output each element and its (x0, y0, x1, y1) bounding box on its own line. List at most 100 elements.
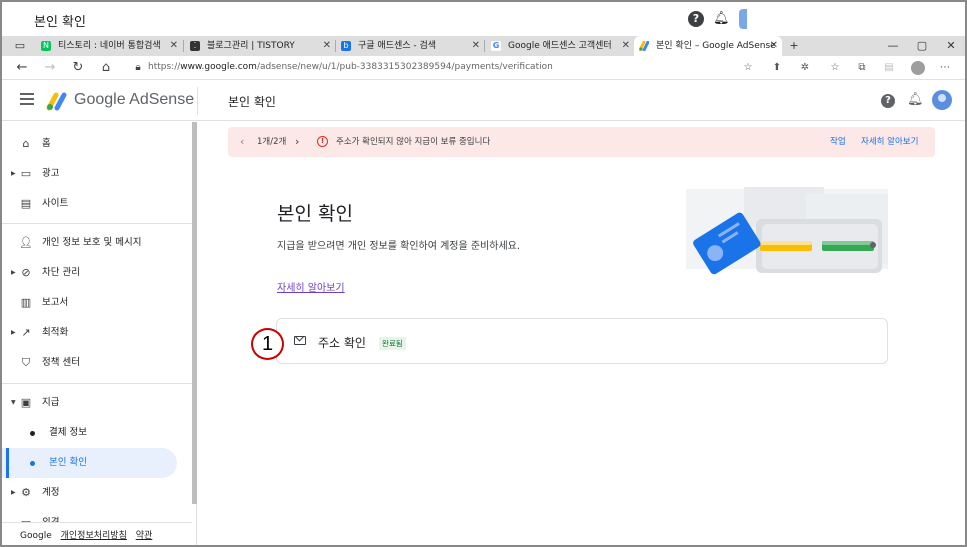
page-title-bar: 본인 확인 ? 🔔︎ (2, 2, 965, 36)
tab-google-search[interactable]: b 구글 애드센스 - 검색 ✕ (336, 36, 484, 56)
url-prefix: https:// (148, 62, 181, 72)
help-icon[interactable]: ? (881, 94, 895, 108)
tab-adsense-help[interactable]: G Google 애드센스 고객센터 ✕ (486, 36, 634, 56)
sidebar-item-label: 지급 (42, 397, 60, 408)
tab-label: Google 애드센스 고객센터 (508, 41, 612, 51)
back-icon[interactable]: ← (14, 60, 30, 76)
next-icon[interactable]: › (295, 127, 299, 157)
main-description: 지급을 받으려면 개인 정보를 확인하여 계정을 준비하세요. (277, 241, 521, 252)
optimize-icon: ↗ (21, 326, 31, 339)
main-title: 본인 확인 (277, 203, 353, 225)
sidebar-item-label: 본인 확인 (49, 457, 87, 468)
profile-icon[interactable] (911, 61, 925, 75)
privacy-policy-link[interactable]: 개인정보처리방침 (61, 531, 127, 541)
sidebar-item-label: 차단 관리 (42, 267, 80, 278)
help-icon[interactable]: ? (688, 11, 704, 27)
avatar[interactable] (739, 9, 747, 29)
step-title: 주소 확인 (318, 336, 366, 350)
terms-link[interactable]: 약관 (136, 531, 153, 541)
footer-google: Google (20, 531, 52, 541)
learn-more-link[interactable]: 자세히 알아보기 (277, 279, 345, 294)
close-icon[interactable]: ✕ (323, 36, 331, 56)
url-path: /adsense/new/u/1/pub-3383315302389594/pa… (256, 62, 553, 72)
collapse-arrow-icon[interactable]: ▼ (11, 388, 16, 418)
bullet-icon (30, 461, 35, 466)
reports-icon: ▥ (20, 296, 32, 309)
new-tab-icon[interactable]: + (782, 36, 806, 56)
sidebar-item-account[interactable]: ▶ ⚙ 계정 (2, 478, 192, 508)
sidebar-item-label: 최적화 (42, 327, 69, 338)
sidebar-item-payments[interactable]: ▼ ▣ 지급 (2, 388, 192, 418)
close-icon[interactable]: ✕ (622, 36, 630, 56)
sidebar-item-sites[interactable]: ▤ 사이트 (2, 189, 192, 219)
bell-icon[interactable]: 🔔︎ (713, 11, 730, 27)
alert-learn-more-link[interactable]: 자세히 알아보기 (861, 127, 918, 157)
sidebar-item-payment-info[interactable]: 결제 정보 (2, 418, 192, 448)
naver-favicon-icon: N (41, 41, 51, 51)
address-verification-card[interactable]: 주소 확인 완료됨 (276, 318, 888, 364)
sidebar-item-privacy[interactable]: 👤︎ 개인 정보 보호 및 메시지 (2, 228, 192, 258)
tab-actions-icon[interactable]: ▭ (8, 36, 32, 56)
privacy-icon: 👤︎ (19, 236, 33, 249)
reload-icon[interactable]: ↻ (70, 60, 86, 76)
tab-adsense-verification[interactable]: 본인 확인 – Google AdSense ✕ (634, 36, 782, 56)
tab-label: 티스토리 : 네이버 통합검색 (58, 41, 161, 51)
forward-icon[interactable]: → (42, 60, 58, 76)
sidebar: ⌂ 홈 ▶ ▭ 광고 ▤ 사이트 👤︎ 개인 정보 보호 및 메시지 ▶ ⊘ 차… (2, 122, 197, 545)
tab-label: 블로그관리 | TISTORY (207, 41, 295, 51)
sidebar-item-label: 보고서 (42, 297, 69, 308)
sidebar-item-label: 계정 (42, 487, 60, 498)
sidebar-footer: Google 개인정보처리방침 약관 (2, 522, 192, 545)
url-field[interactable]: https://www.google.com/adsense/new/u/1/p… (148, 62, 553, 72)
more-icon[interactable]: ⋯ (938, 61, 952, 75)
expand-arrow-icon[interactable]: ▶ (11, 258, 16, 288)
expand-arrow-icon[interactable]: ▶ (11, 159, 16, 189)
sidebar-scrollbar[interactable] (192, 122, 197, 504)
adsense-favicon-icon (638, 40, 650, 52)
header-divider (197, 87, 198, 115)
expand-arrow-icon[interactable]: ▶ (11, 478, 16, 508)
expand-arrow-icon[interactable]: ▶ (11, 318, 16, 348)
restore-icon[interactable]: ▢ (910, 36, 934, 56)
performance-icon[interactable]: ▤ (882, 61, 896, 75)
home-icon[interactable]: ⌂ (98, 60, 114, 76)
sidebar-item-optimize[interactable]: ▶ ↗ 최적화 (2, 318, 192, 348)
close-icon[interactable]: ✕ (472, 36, 480, 56)
policy-icon: ⛉ (21, 356, 31, 369)
favorite-add-icon[interactable]: ☆ (741, 61, 755, 75)
minimize-icon[interactable]: — (881, 36, 905, 56)
tab-label: 본인 확인 – Google AdSense (656, 41, 776, 51)
browser-window: 본인 확인 ? 🔔︎ ▭ N 티스토리 : 네이버 통합검색 ✕ ⁚ 블로그관리… (0, 0, 967, 547)
alert-action-link[interactable]: 작업 (830, 127, 846, 157)
sidebar-item-ads[interactable]: ▶ ▭ 광고 (2, 159, 192, 189)
tab-tistory[interactable]: ⁚ 블로그관리 | TISTORY ✕ (185, 36, 335, 56)
notifications-icon[interactable]: 🔔︎ (907, 92, 924, 107)
sidebar-item-policy[interactable]: ⛉ 정책 센터 (2, 348, 192, 378)
favorites-icon[interactable]: ☆ (828, 61, 842, 75)
sidebar-item-reports[interactable]: ▥ 보고서 (2, 288, 192, 318)
collections-icon[interactable]: ⧉ (855, 61, 869, 75)
mail-icon (294, 336, 306, 345)
block-icon: ⊘ (21, 266, 31, 279)
alert-message: 주소가 확인되지 않아 지급이 보류 중입니다 (336, 137, 491, 147)
sidebar-item-label: 개인 정보 보호 및 메시지 (42, 237, 142, 248)
sidebar-item-blocking[interactable]: ▶ ⊘ 차단 관리 (2, 258, 192, 288)
previous-icon[interactable]: ‹ (240, 127, 244, 157)
tab-naver[interactable]: N 티스토리 : 네이버 통합검색 ✕ (36, 36, 182, 56)
annotation-number: 1 (251, 328, 284, 360)
google-favicon-icon: G (491, 41, 501, 51)
puzzle-icon[interactable]: ✲ (798, 61, 812, 75)
sidebar-item-verification[interactable]: 본인 확인 (2, 448, 177, 478)
window-title: 본인 확인 (34, 15, 86, 30)
sidebar-item-home[interactable]: ⌂ 홈 (2, 129, 192, 159)
account-avatar[interactable] (932, 90, 952, 110)
window-close-icon[interactable]: ✕ (939, 36, 963, 56)
lock-icon[interactable]: 🔒︎ (130, 60, 146, 76)
account-icon: ⚙ (21, 486, 31, 499)
menu-icon[interactable] (20, 93, 34, 105)
extension-icon[interactable]: ⬆ (770, 61, 784, 75)
close-icon[interactable]: ✕ (770, 36, 778, 56)
verification-illustration (686, 187, 888, 275)
alert-pager: 1개/2개 (257, 137, 287, 147)
close-icon[interactable]: ✕ (170, 36, 178, 56)
